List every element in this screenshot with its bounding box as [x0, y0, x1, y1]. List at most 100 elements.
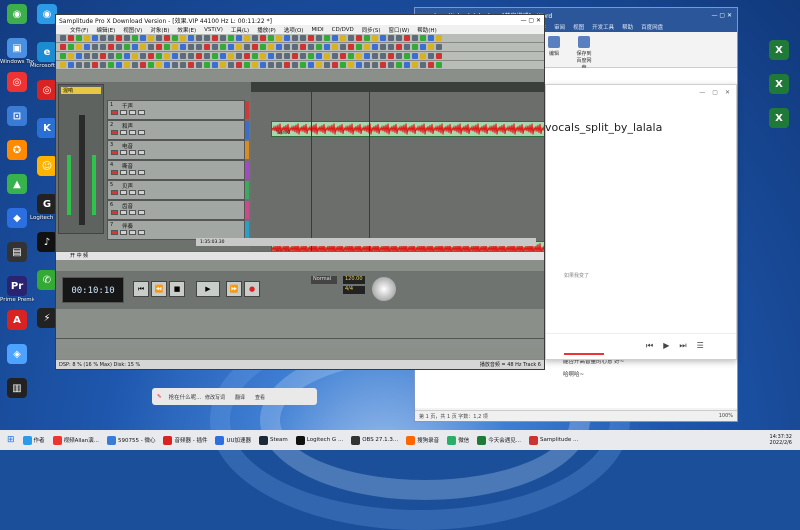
toolbar-button-icon[interactable] — [348, 53, 354, 59]
toolbar-button-icon[interactable] — [60, 44, 66, 50]
toolbar-button-icon[interactable] — [276, 35, 282, 41]
toolbar-button-icon[interactable] — [308, 35, 314, 41]
toolbar-button-icon[interactable] — [212, 35, 218, 41]
toolbar-button-icon[interactable] — [284, 53, 290, 59]
taskbar-app[interactable]: Steam — [256, 432, 291, 448]
toolbar-button-icon[interactable] — [92, 44, 98, 50]
toolbar-button-icon[interactable] — [252, 44, 258, 50]
menu-item[interactable]: 帮助(H) — [417, 26, 436, 34]
toolbar-button-icon[interactable] — [380, 53, 386, 59]
toolbar-button-icon[interactable] — [116, 53, 122, 59]
toolbar-button-icon[interactable] — [100, 44, 106, 50]
toolbar-button-icon[interactable] — [396, 53, 402, 59]
word-zoom[interactable]: 100% — [719, 413, 733, 419]
taskbar-app[interactable]: Samplitude ... — [526, 432, 581, 448]
toolbar-button-icon[interactable] — [260, 62, 266, 68]
track-header[interactable]: 7 伴奏 — [107, 220, 249, 240]
desktop-icon[interactable]: ◉ — [0, 4, 34, 25]
mute-button[interactable] — [111, 170, 118, 175]
toolbar-button-icon[interactable] — [108, 62, 114, 68]
toolbar-button-icon[interactable] — [348, 44, 354, 50]
ribbon-group[interactable]: 保存到百度网盘 — [575, 36, 593, 71]
taskbar-app[interactable]: 搜狗录音 — [403, 432, 442, 448]
channel-fader[interactable] — [79, 115, 85, 225]
toolbar-button-icon[interactable] — [196, 35, 202, 41]
toolbar-button-icon[interactable] — [148, 35, 154, 41]
track-header[interactable]: 2 和声 — [107, 120, 249, 140]
toolbar-button-icon[interactable] — [212, 53, 218, 59]
toolbar-button-icon[interactable] — [156, 44, 162, 50]
toolbar-button-icon[interactable] — [260, 35, 266, 41]
track-header[interactable]: 6 齿音 — [107, 200, 249, 220]
toolbar-button-icon[interactable] — [172, 62, 178, 68]
record-arm-button[interactable] — [129, 130, 136, 135]
solo-button[interactable] — [120, 230, 127, 235]
desktop-icon[interactable]: X — [762, 74, 796, 95]
toolbar-button-icon[interactable] — [244, 35, 250, 41]
desktop-icon[interactable]: ◎ — [0, 72, 34, 93]
taskbar-app[interactable]: OBS 27.1.3... — [348, 432, 401, 448]
toolbar-button-icon[interactable] — [196, 62, 202, 68]
toolbar-button-icon[interactable] — [204, 44, 210, 50]
toolbar-button-icon[interactable] — [372, 35, 378, 41]
toolbar-button-icon[interactable] — [76, 44, 82, 50]
solo-button[interactable] — [120, 190, 127, 195]
toolbar-button-icon[interactable] — [260, 53, 266, 59]
toolbar-button-icon[interactable] — [228, 62, 234, 68]
toolbar-button-icon[interactable] — [268, 53, 274, 59]
toolbar-button-icon[interactable] — [204, 35, 210, 41]
toolbar-button-icon[interactable] — [140, 35, 146, 41]
toolbar-button-icon[interactable] — [276, 62, 282, 68]
taskbar-app[interactable]: UU加速器 — [212, 432, 254, 448]
desktop-icon[interactable]: ✪ — [0, 140, 34, 161]
toolbar-button-icon[interactable] — [436, 53, 442, 59]
track-header[interactable]: 5 贝声 — [107, 180, 249, 200]
toolbar-button-icon[interactable] — [284, 35, 290, 41]
toolbar-button-icon[interactable] — [388, 62, 394, 68]
menu-item[interactable]: 视图(V) — [123, 26, 142, 34]
toolbar-button-icon[interactable] — [164, 62, 170, 68]
toolbar-button-icon[interactable] — [356, 62, 362, 68]
menu-item[interactable]: 编辑(E) — [96, 26, 115, 34]
toolbar-button-icon[interactable] — [92, 53, 98, 59]
toolbar-button-icon[interactable] — [428, 35, 434, 41]
toolbar-button-icon[interactable] — [116, 44, 122, 50]
toolbar-button-icon[interactable] — [340, 62, 346, 68]
toolbar-button-icon[interactable] — [324, 62, 330, 68]
toolbar-button-icon[interactable] — [332, 62, 338, 68]
toolbar-button-icon[interactable] — [436, 44, 442, 50]
toolbar-button-icon[interactable] — [260, 44, 266, 50]
toolbar-button-icon[interactable] — [84, 35, 90, 41]
rewind-button[interactable]: ⏪ — [151, 281, 167, 297]
toolbar-button-icon[interactable] — [292, 44, 298, 50]
desktop-icon[interactable]: ◆ — [0, 208, 34, 229]
toolbar-button-icon[interactable] — [132, 44, 138, 50]
toolbar-button-icon[interactable] — [332, 53, 338, 59]
toolbar-button-icon[interactable] — [188, 62, 194, 68]
toolbar-button-icon[interactable] — [68, 44, 74, 50]
toolbar-button-icon[interactable] — [252, 35, 258, 41]
toolbar-button-icon[interactable] — [180, 62, 186, 68]
toolbar-button-icon[interactable] — [236, 44, 242, 50]
toolbar-button-icon[interactable] — [316, 62, 322, 68]
toolbar-button-icon[interactable] — [300, 44, 306, 50]
desktop-icon[interactable]: A — [0, 310, 34, 331]
toolbar-button-icon[interactable] — [84, 53, 90, 59]
taskbar-app[interactable]: 590755 - 微心 — [104, 432, 158, 448]
toolbar-button-icon[interactable] — [204, 53, 210, 59]
toolbar-button-icon[interactable] — [164, 53, 170, 59]
toolbar-button-icon[interactable] — [380, 44, 386, 50]
toolbar-button-icon[interactable] — [308, 53, 314, 59]
monitor-button[interactable] — [138, 190, 145, 195]
desktop-icon[interactable]: ◈ — [0, 344, 34, 365]
menu-item[interactable]: 同步(S) — [362, 26, 381, 34]
stop-button[interactable]: ■ — [169, 281, 185, 297]
toolbar-button-icon[interactable] — [404, 44, 410, 50]
toolbar-button-icon[interactable] — [124, 35, 130, 41]
toolbar-button-icon[interactable] — [220, 44, 226, 50]
toolbar-button-icon[interactable] — [244, 53, 250, 59]
player-progress[interactable] — [564, 353, 604, 355]
record-arm-button[interactable] — [129, 170, 136, 175]
toolbar-button-icon[interactable] — [252, 53, 258, 59]
toolbar-button-icon[interactable] — [68, 62, 74, 68]
